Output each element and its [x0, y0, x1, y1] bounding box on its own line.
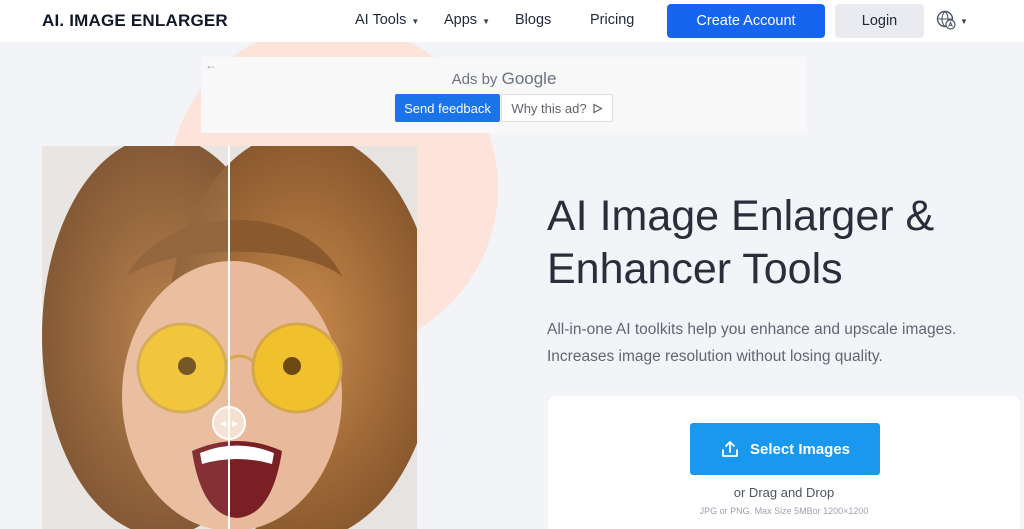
hero-title: AI Image Enlarger & Enhancer Tools [547, 190, 1017, 296]
select-images-button[interactable]: Select Images [690, 423, 880, 475]
upload-card[interactable]: Select Images or Drag and Drop JPG or PN… [548, 396, 1020, 529]
top-navbar: AI. IMAGE ENLARGER AI Tools ▼ Apps ▼ Blo… [0, 0, 1024, 42]
hero-title-line2: Enhancer Tools [547, 245, 843, 293]
hero-subtitle-line2: Increases image resolution without losin… [547, 348, 883, 365]
comparison-divider[interactable] [228, 146, 230, 529]
drag-and-drop-hint: or Drag and Drop [733, 485, 835, 500]
comparison-slider-handle[interactable]: ◀ ▶ [212, 406, 246, 440]
create-account-button[interactable]: Create Account [667, 4, 825, 38]
ads-by-label: Ads by [451, 71, 498, 88]
select-images-label: Select Images [749, 440, 851, 458]
google-logo: Google [501, 69, 557, 88]
why-this-ad-label: Why this ad? [511, 100, 587, 116]
arrow-left-icon: ◀ [219, 418, 226, 428]
play-triangle-icon [592, 103, 603, 113]
nav-apps-label: Apps [444, 12, 478, 28]
arrow-right-icon: ▶ [232, 418, 239, 428]
ad-banner: ← Ads by Google Send feedback Why this a… [201, 57, 807, 133]
nav-pricing-label: Pricing [590, 12, 635, 28]
chevron-down-icon: ▼ [482, 16, 490, 26]
ads-by-google: Ads by Google [201, 69, 807, 89]
login-button[interactable]: Login [835, 4, 924, 38]
nav-pricing[interactable]: Pricing [590, 12, 634, 28]
nav-ai-tools[interactable]: AI Tools ▼ [355, 12, 419, 28]
site-logo[interactable]: AI. IMAGE ENLARGER [42, 11, 228, 31]
hero-title-line1: AI Image Enlarger & [547, 192, 935, 240]
send-feedback-button[interactable]: Send feedback [395, 94, 500, 122]
nav-ai-tools-label: AI Tools [355, 12, 407, 28]
hero-subtitle-line1: All-in-one AI toolkits help you enhance … [547, 321, 957, 338]
chevron-down-icon: ▼ [960, 16, 968, 26]
file-limits-hint: JPG or PNG. Max Size 5MBor 1200×1200 [699, 506, 869, 516]
nav-blogs-label: Blogs [515, 12, 552, 28]
why-this-ad-button[interactable]: Why this ad? [501, 94, 613, 122]
nav-apps[interactable]: Apps ▼ [444, 12, 490, 28]
language-selector[interactable]: ▼ [936, 10, 968, 30]
chevron-down-icon: ▼ [411, 16, 420, 26]
upload-icon [722, 441, 738, 457]
hero-subtitle: All-in-one AI toolkits help you enhance … [547, 316, 1017, 370]
nav-blogs[interactable]: Blogs [515, 12, 551, 28]
language-globe-icon [936, 10, 956, 30]
